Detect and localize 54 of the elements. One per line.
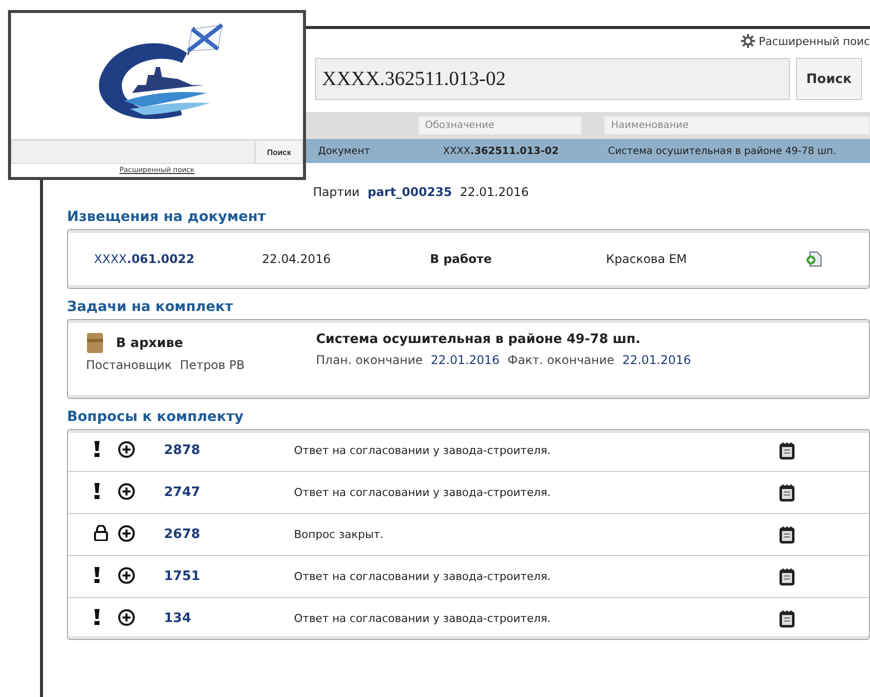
section-title: Извещения на документ bbox=[67, 209, 267, 225]
exclamation-icon bbox=[94, 483, 100, 499]
notepad-icon[interactable] bbox=[779, 484, 795, 502]
notepad-icon[interactable] bbox=[779, 610, 795, 628]
plan-label: План. окончание bbox=[316, 353, 423, 367]
assigner-label: Постановщик bbox=[86, 358, 172, 372]
plus-circle-icon[interactable] bbox=[118, 524, 135, 542]
question-link[interactable]: 2878 bbox=[164, 443, 294, 458]
notice-author: Краскова ЕМ bbox=[606, 252, 688, 266]
box-icon bbox=[86, 332, 104, 354]
task-title[interactable]: Система осушительная в районе 49-78 шп. bbox=[316, 332, 692, 347]
advanced-search-link[interactable]: Расширенный поис bbox=[758, 34, 870, 48]
section-title: Задачи на комплект bbox=[67, 299, 234, 315]
question-status: Ответ на согласовании у завода-строителя. bbox=[294, 570, 552, 583]
question-link[interactable]: 2678 bbox=[164, 527, 294, 542]
designation: XXXX.362511.013-02 bbox=[443, 146, 560, 156]
question-status: Вопрос закрыт. bbox=[294, 528, 385, 541]
question-link[interactable]: 134 bbox=[164, 611, 294, 626]
document-type: Документ bbox=[318, 146, 371, 156]
question-status: Ответ на согласовании у завода-строителя. bbox=[294, 486, 552, 499]
plus-circle-icon[interactable] bbox=[118, 482, 135, 500]
notepad-icon[interactable] bbox=[779, 568, 795, 586]
exclamation-icon bbox=[94, 441, 100, 457]
notice-date: 22.04.2016 bbox=[262, 252, 332, 266]
lock-icon bbox=[94, 525, 108, 541]
exclamation-icon bbox=[94, 609, 100, 625]
search-field[interactable] bbox=[11, 140, 255, 164]
search-button[interactable]: Поиск bbox=[255, 140, 303, 164]
fact-date: 22.01.2016 bbox=[622, 353, 692, 367]
task-status: В архиве bbox=[116, 336, 184, 350]
assigner-name: Петров РВ bbox=[180, 358, 245, 372]
fact-label: Факт. окончание bbox=[508, 353, 614, 367]
batch-date: 22.01.2016 bbox=[460, 185, 529, 199]
plus-circle-icon[interactable] bbox=[118, 608, 135, 626]
plan-date: 22.01.2016 bbox=[430, 353, 500, 367]
notepad-icon[interactable] bbox=[779, 526, 795, 544]
search-button[interactable]: Поиск bbox=[796, 58, 862, 100]
exclamation-icon bbox=[94, 567, 100, 583]
notice-link[interactable]: XXXX.061.0022 bbox=[94, 252, 262, 266]
question-link[interactable]: 2747 bbox=[164, 485, 294, 500]
plus-circle-icon[interactable] bbox=[118, 566, 135, 584]
question-status: Ответ на согласовании у завода-строителя. bbox=[294, 612, 552, 625]
notepad-icon[interactable] bbox=[779, 442, 795, 460]
batch-label: Партии bbox=[313, 185, 360, 199]
question-link[interactable]: 1751 bbox=[164, 569, 294, 584]
document-name: Система осушительная в районе 49-78 шп. bbox=[608, 146, 836, 156]
section-title: Вопросы к комплекту bbox=[67, 409, 245, 425]
search-field[interactable]: XXXX.362511.013-02 bbox=[315, 58, 790, 100]
document-add-icon[interactable] bbox=[806, 251, 822, 267]
notice-status: В работе bbox=[430, 252, 493, 266]
batch-link[interactable]: part_000235 bbox=[368, 185, 452, 199]
plus-circle-icon[interactable] bbox=[118, 440, 135, 458]
gear-icon bbox=[740, 34, 755, 48]
question-status: Ответ на согласовании у завода-строителя. bbox=[294, 444, 552, 457]
